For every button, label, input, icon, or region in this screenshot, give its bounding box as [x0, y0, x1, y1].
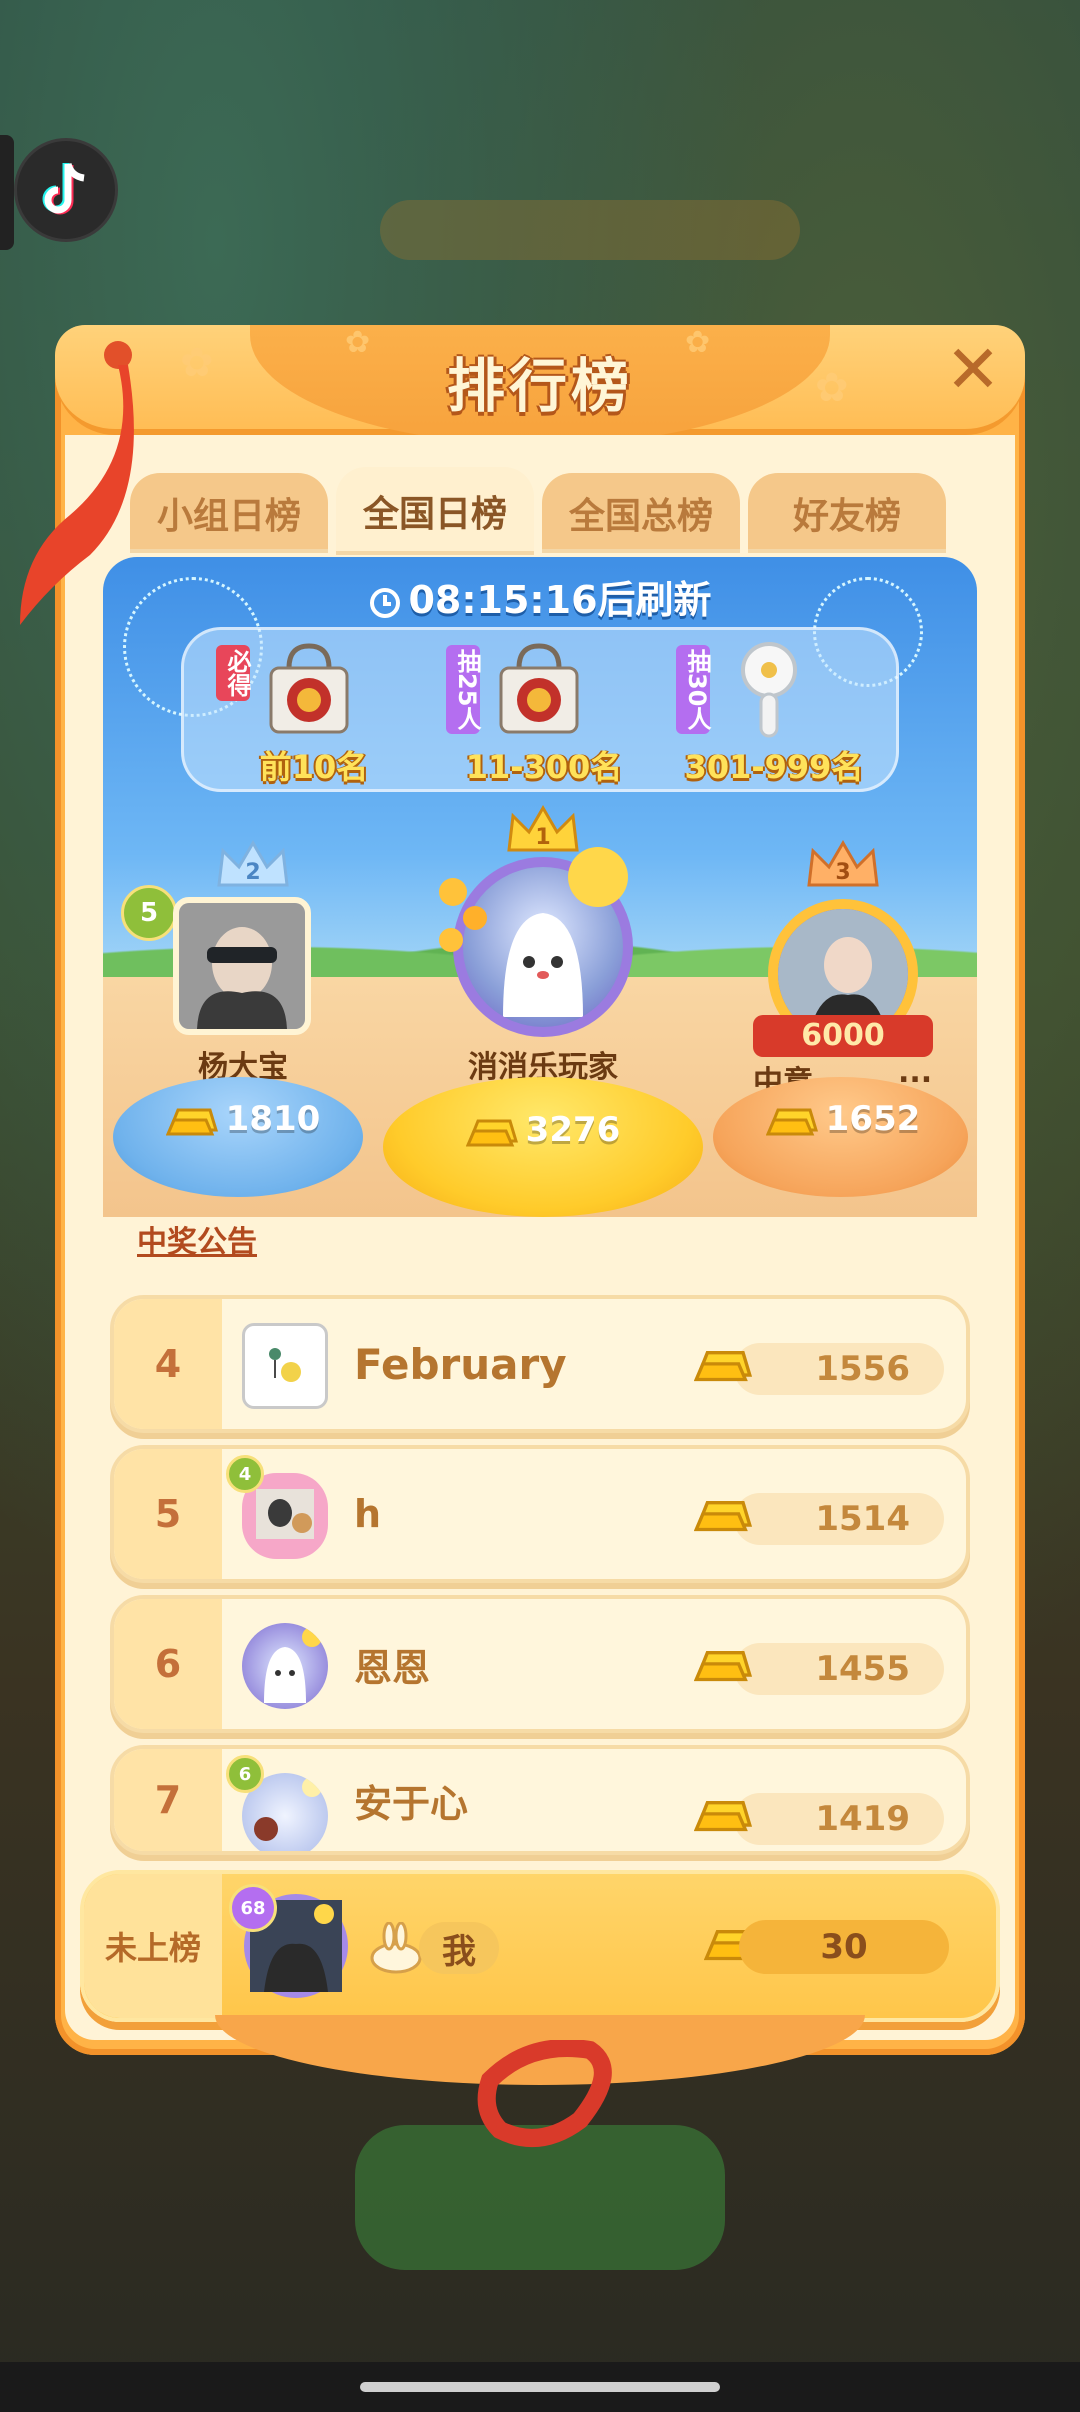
podium-rank-label: 1: [535, 825, 550, 850]
prize-301-999[interactable]: 抽30人 301-999名: [664, 630, 884, 790]
winner-announcement-link[interactable]: 中奖公告: [137, 1217, 257, 1261]
podium-rank-label: 2: [245, 860, 260, 885]
crown-silver-icon: 2: [217, 840, 289, 887]
refresh-timer: 08:15:16后刷新: [103, 569, 977, 624]
podium-third[interactable]: 3 6000 中意 ... 1652: [713, 837, 973, 1217]
prize-range: 301-999名: [684, 748, 864, 786]
bunny-icon: [370, 1922, 422, 1974]
gold-bar-icon: [694, 1801, 752, 1832]
table-row[interactable]: 6 恩恩 1455: [110, 1595, 970, 1733]
table-row[interactable]: 5 4 h 1514: [110, 1445, 970, 1583]
flower-branch-icon: [439, 878, 487, 952]
leaderboard-panel: ✿ ✿ ✿ ✿ 排行榜 ✕ 小组日榜 全国日榜 全国总榜 好友榜 08:15:1…: [55, 325, 1025, 2085]
level-badge: 68: [229, 1884, 277, 1932]
prize-bar: 必得 前10名 抽25人 11-300名 抽30人 301-999名: [181, 627, 899, 792]
tab-friends[interactable]: 好友榜: [748, 473, 946, 553]
tab-national-daily[interactable]: 全国日榜: [336, 467, 534, 555]
my-rank-row[interactable]: 未上榜 68 我 30: [80, 1870, 1000, 2022]
refresh-timer-text: 08:15:16后刷新: [408, 578, 712, 622]
ribbon-decoration: [20, 341, 134, 625]
panel-header: ✿ ✿ ✿ ✿ 排行榜 ✕: [55, 325, 1025, 445]
prize-tag: 抽30人: [676, 645, 711, 735]
home-indicator: [360, 2382, 720, 2392]
tote-bag-icon: [269, 643, 349, 734]
podium-score: 3276: [383, 1110, 703, 1150]
panel-title: 排行榜: [446, 352, 633, 420]
score-value: 1514: [815, 1499, 910, 1539]
table-row[interactable]: 7 6 安于心 1419: [110, 1745, 970, 1855]
score-pill: 1455: [734, 1643, 944, 1695]
crown-bronze-icon: 3: [807, 840, 879, 887]
podium-score: 1810: [113, 1099, 373, 1139]
gold-bar-icon: [765, 1108, 818, 1135]
podium-rank-label: 3: [835, 860, 850, 885]
level-badge: 6: [226, 1755, 264, 1793]
tote-bag-icon: [499, 643, 579, 734]
gold-bar-icon: [694, 1351, 752, 1382]
my-score: 30: [820, 1927, 868, 1967]
tiktok-icon[interactable]: [14, 138, 118, 242]
prize-11-300[interactable]: 抽25人 11-300名: [434, 630, 654, 790]
my-score-pill: 30: [739, 1920, 949, 1974]
gold-bar-icon: [694, 1651, 752, 1682]
rank-number: 5: [154, 1492, 182, 1536]
tab-bar: 小组日榜 全国日榜 全国总榜 好友榜: [130, 467, 950, 555]
podium-first[interactable]: 1 消消乐玩家 3276: [383, 802, 703, 1217]
moon-decoration-icon: [568, 847, 628, 907]
podium-score: 1652: [713, 1099, 973, 1139]
user-name: February: [354, 1339, 567, 1389]
score-pill: 1556: [734, 1343, 944, 1395]
prize-range: 前10名: [259, 748, 369, 786]
podium-score-value: 1652: [825, 1099, 921, 1139]
blurred-background-title: [380, 200, 800, 260]
level-badge: 4: [226, 1455, 264, 1493]
podium-score-value: 1810: [225, 1099, 321, 1139]
prize-range: 11-300名: [465, 748, 623, 786]
score-pill: 1419: [734, 1793, 944, 1845]
ribbon-decoration: [477, 2040, 612, 2147]
table-row[interactable]: 4 February 1556: [110, 1295, 970, 1433]
podium-score-value: 3276: [525, 1110, 621, 1150]
tab-national-total[interactable]: 全国总榜: [542, 473, 740, 553]
tab-group-daily[interactable]: 小组日榜: [130, 473, 328, 553]
rank-number: 4: [154, 1342, 182, 1386]
rank-number: 7: [154, 1778, 182, 1822]
close-icon[interactable]: ✕: [940, 337, 1006, 406]
avatar-second: [173, 897, 311, 1035]
my-name: 我: [419, 1922, 499, 1974]
gold-bar-icon: [694, 1501, 752, 1532]
user-name: 恩恩: [354, 1645, 431, 1690]
clock-icon: [370, 587, 401, 618]
score-value: 1419: [815, 1799, 910, 1839]
gold-bar-icon: [465, 1119, 518, 1146]
rank-number: 6: [154, 1642, 182, 1686]
gold-bar-icon: [165, 1108, 218, 1135]
score-pill: 1514: [734, 1493, 944, 1545]
prize-tag: 抽25人: [446, 645, 481, 735]
score-value: 1556: [815, 1349, 910, 1389]
user-name: 安于心: [354, 1781, 469, 1826]
handheld-fan-icon: [741, 642, 797, 738]
level-badge: 5: [121, 885, 177, 941]
my-rank-label: 未上榜: [104, 1929, 201, 1967]
avatar: [242, 1623, 328, 1709]
frame-banner: 6000: [753, 1015, 933, 1057]
podium-stage: 08:15:16后刷新 必得 前10名 抽25人 11-300名 抽30人 30…: [103, 557, 977, 1217]
prize-tag: 必得: [216, 645, 251, 701]
podium-second[interactable]: 2 5 杨大宝 1810: [113, 837, 373, 1217]
user-name: h: [354, 1492, 382, 1536]
side-handle: [0, 135, 14, 250]
score-value: 1455: [815, 1649, 910, 1689]
avatar: [242, 1323, 328, 1409]
prize-top10[interactable]: 必得 前10名: [204, 630, 424, 790]
